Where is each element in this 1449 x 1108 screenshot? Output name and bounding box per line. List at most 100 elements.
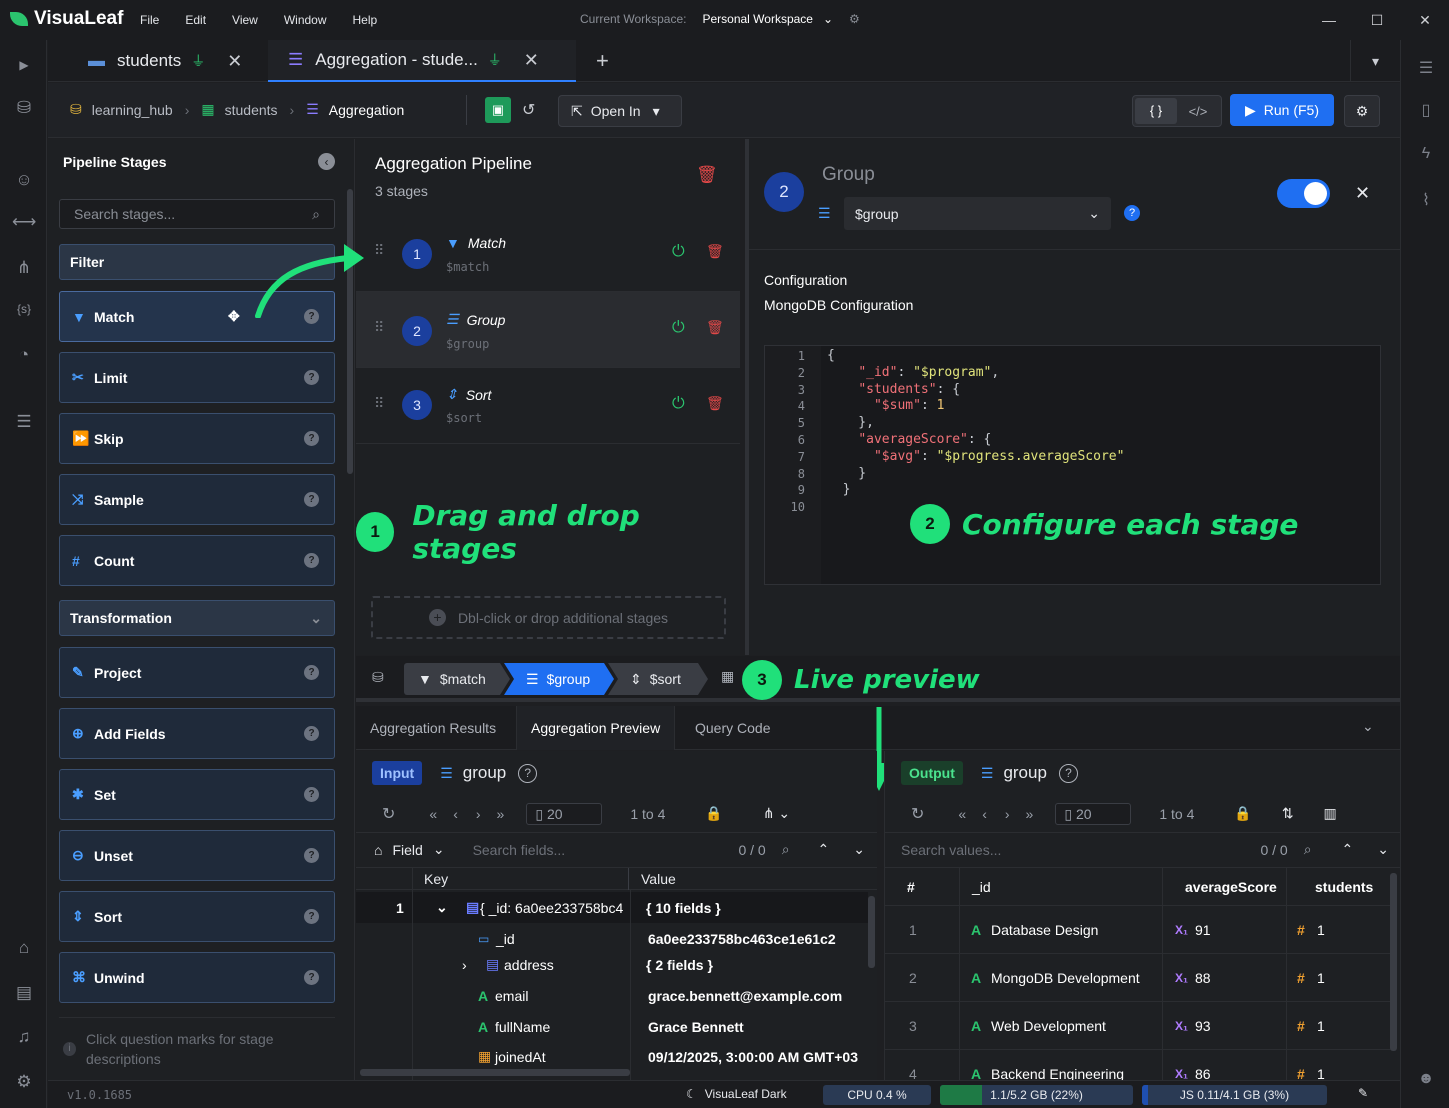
stage-unwind[interactable]: ⌘ Unwind? — [59, 952, 335, 1003]
tree-row[interactable]: 1 ⌄ ▤ { _id: 6a0ee233758bc4 { 10 fields … — [356, 892, 868, 923]
stage-sample[interactable]: ⤨ Sample? — [59, 474, 335, 525]
collapse-icon[interactable]: ‹ — [318, 153, 335, 170]
database-icon[interactable]: ⛁ — [12, 98, 36, 118]
stage-limit[interactable]: ✂ Limit? — [59, 352, 335, 403]
tab-students[interactable]: ▬ students ⏚ ✕ — [68, 40, 266, 82]
trash-icon[interactable]: 🗑 — [706, 319, 724, 336]
trash-icon[interactable]: 🗑 — [696, 165, 718, 185]
search-icon[interactable]: ⌕ — [782, 841, 790, 858]
help-icon[interactable]: ? — [304, 665, 319, 680]
stage-skip[interactable]: ⏩ Skip? — [59, 413, 335, 464]
help-icon[interactable]: ? — [304, 909, 319, 924]
field-search-input[interactable]: Search fields... — [473, 842, 566, 858]
stage-search-input[interactable]: Search stages... ⌕ — [59, 199, 335, 229]
field-selector[interactable]: Field — [392, 842, 422, 858]
page-size-input[interactable]: ▯ 20 — [1055, 802, 1132, 825]
drag-handle-icon[interactable]: ⠿ — [374, 242, 384, 259]
value-search-input[interactable]: Search values... — [901, 842, 1001, 858]
menu-edit[interactable]: Edit — [185, 13, 206, 27]
menu-help[interactable]: Help — [353, 13, 378, 27]
chevron-down-icon[interactable]: ⌄ — [853, 841, 865, 858]
run-button[interactable]: ▶ Run (F5) — [1230, 94, 1334, 126]
table-row[interactable]: 3 A Web Development X₁ 93 # 1 — [885, 1002, 1391, 1050]
close-icon[interactable]: ✕ — [1401, 12, 1449, 29]
stage-toggle[interactable] — [1277, 179, 1330, 208]
tab-aggregation-results[interactable]: Aggregation Results — [356, 706, 510, 750]
first-page-icon[interactable]: « — [958, 806, 966, 822]
close-tab-icon[interactable]: ✕ — [524, 50, 539, 71]
help-icon[interactable]: ? — [518, 763, 538, 783]
history-icon[interactable]: ↺ — [522, 100, 535, 120]
power-icon[interactable]: ⏻ — [672, 243, 685, 261]
table-row[interactable]: 2 A MongoDB Development X₁ 88 # 1 — [885, 954, 1391, 1002]
play-icon[interactable]: ▶ — [12, 58, 36, 72]
menu-file[interactable]: File — [140, 13, 159, 27]
home-icon[interactable]: ⌂ — [12, 938, 36, 958]
menu-view[interactable]: View — [232, 13, 258, 27]
first-page-icon[interactable]: « — [429, 806, 437, 822]
grid-icon[interactable]: ▦ — [721, 668, 734, 685]
crumb-group[interactable]: ☰ $group — [504, 663, 614, 695]
search-icon[interactable]: ⌕ — [1304, 841, 1312, 858]
theme-selector[interactable]: ☾ VisuaLeaf Dark — [686, 1087, 787, 1101]
crumb-match[interactable]: ▼ $match — [404, 663, 510, 695]
lock-icon[interactable]: 🔒 — [705, 805, 722, 822]
chevron-down-icon[interactable]: ⌄ — [1362, 718, 1374, 735]
sort-order-icon[interactable]: ⇅ — [1282, 805, 1294, 822]
save-icon[interactable]: ▣ — [485, 97, 511, 123]
stage-project[interactable]: ✎ Project? — [59, 647, 335, 698]
users-icon[interactable]: ☺ — [12, 170, 36, 190]
arrows-icon[interactable]: ⟷ — [12, 212, 36, 232]
drop-zone[interactable]: + Dbl-click or drop additional stages — [371, 596, 726, 639]
power-icon[interactable]: ⏻ — [672, 319, 685, 337]
chevron-right-icon[interactable]: › — [462, 957, 467, 973]
section-transformation[interactable]: Transformation ⌄ — [59, 600, 335, 636]
lightning-icon[interactable]: ϟ — [1415, 145, 1437, 163]
next-page-icon[interactable]: › — [1005, 806, 1010, 822]
chevron-up-icon[interactable]: ⌃ — [1342, 841, 1354, 858]
add-tab-icon[interactable]: + — [596, 48, 609, 74]
robot-icon[interactable]: ☻ — [1415, 1070, 1437, 1088]
last-page-icon[interactable]: » — [497, 806, 505, 822]
chevron-down-icon[interactable]: ⌄ — [436, 899, 448, 916]
columns-icon[interactable]: ▥ — [1324, 805, 1337, 822]
tree-row[interactable]: › ▤ address { 2 fields } — [356, 949, 868, 980]
help-icon[interactable]: ? — [1124, 205, 1140, 221]
breadcrumb-collection[interactable]: students — [225, 102, 278, 118]
help-icon[interactable]: ? — [304, 431, 319, 446]
prev-page-icon[interactable]: ‹ — [982, 806, 987, 822]
prev-page-icon[interactable]: ‹ — [453, 806, 458, 822]
stage-type-select[interactable]: $group ⌄ — [844, 197, 1111, 230]
chevron-down-icon[interactable]: ⌄ — [1377, 841, 1389, 858]
pipeline-stage-match[interactable]: ⠿ 1 ▼ Match $match ⏻ 🗑 — [356, 216, 740, 292]
minimize-icon[interactable]: — — [1305, 12, 1353, 28]
settings-button[interactable]: ⚙ — [1344, 95, 1380, 127]
broom-icon[interactable]: ✎ — [1358, 1086, 1368, 1100]
variable-icon[interactable]: {s} — [12, 302, 36, 316]
help-icon[interactable]: ? — [304, 370, 319, 385]
stage-add-fields[interactable]: ⊕ Add Fields? — [59, 708, 335, 759]
gauge-icon[interactable]: ◔ — [12, 345, 36, 365]
settings-icon[interactable]: ⚙ — [12, 1072, 36, 1092]
scrollbar[interactable] — [868, 896, 875, 968]
help-icon[interactable]: ? — [1058, 763, 1078, 783]
refresh-icon[interactable]: ↻ — [911, 804, 924, 824]
maximize-icon[interactable]: ☐ — [1353, 12, 1401, 29]
next-page-icon[interactable]: › — [476, 806, 481, 822]
pipeline-stage-group[interactable]: ⠿ 2 ☰ Group $group ⏻ 🗑 — [356, 292, 740, 368]
open-in-button[interactable]: ⇱ Open In ▾ — [558, 95, 682, 127]
crumb-sort[interactable]: ⇕ $sort — [608, 663, 708, 695]
help-icon[interactable]: ? — [304, 726, 319, 741]
clipboard-icon[interactable]: ▯ — [1415, 100, 1437, 120]
close-tab-icon[interactable]: ✕ — [227, 51, 242, 72]
help-icon[interactable]: ? — [304, 492, 319, 507]
page-size-input[interactable]: ▯ 20 — [526, 802, 603, 825]
code-view-button[interactable]: </> — [1177, 104, 1219, 119]
help-icon[interactable]: ? — [304, 848, 319, 863]
workspace-selector[interactable]: Current Workspace: Personal Workspace ⌄ … — [580, 12, 860, 26]
tab-query-code[interactable]: Query Code — [681, 706, 784, 750]
tab-aggregation[interactable]: ☰ Aggregation - stude... ⏚ ✕ — [268, 40, 576, 82]
table-row[interactable]: 4 A Backend Engineering X₁ 86 # 1 — [885, 1050, 1391, 1080]
tree-row[interactable]: A email grace.bennett@example.com — [356, 980, 868, 1011]
tab-aggregation-preview[interactable]: Aggregation Preview — [516, 706, 676, 750]
